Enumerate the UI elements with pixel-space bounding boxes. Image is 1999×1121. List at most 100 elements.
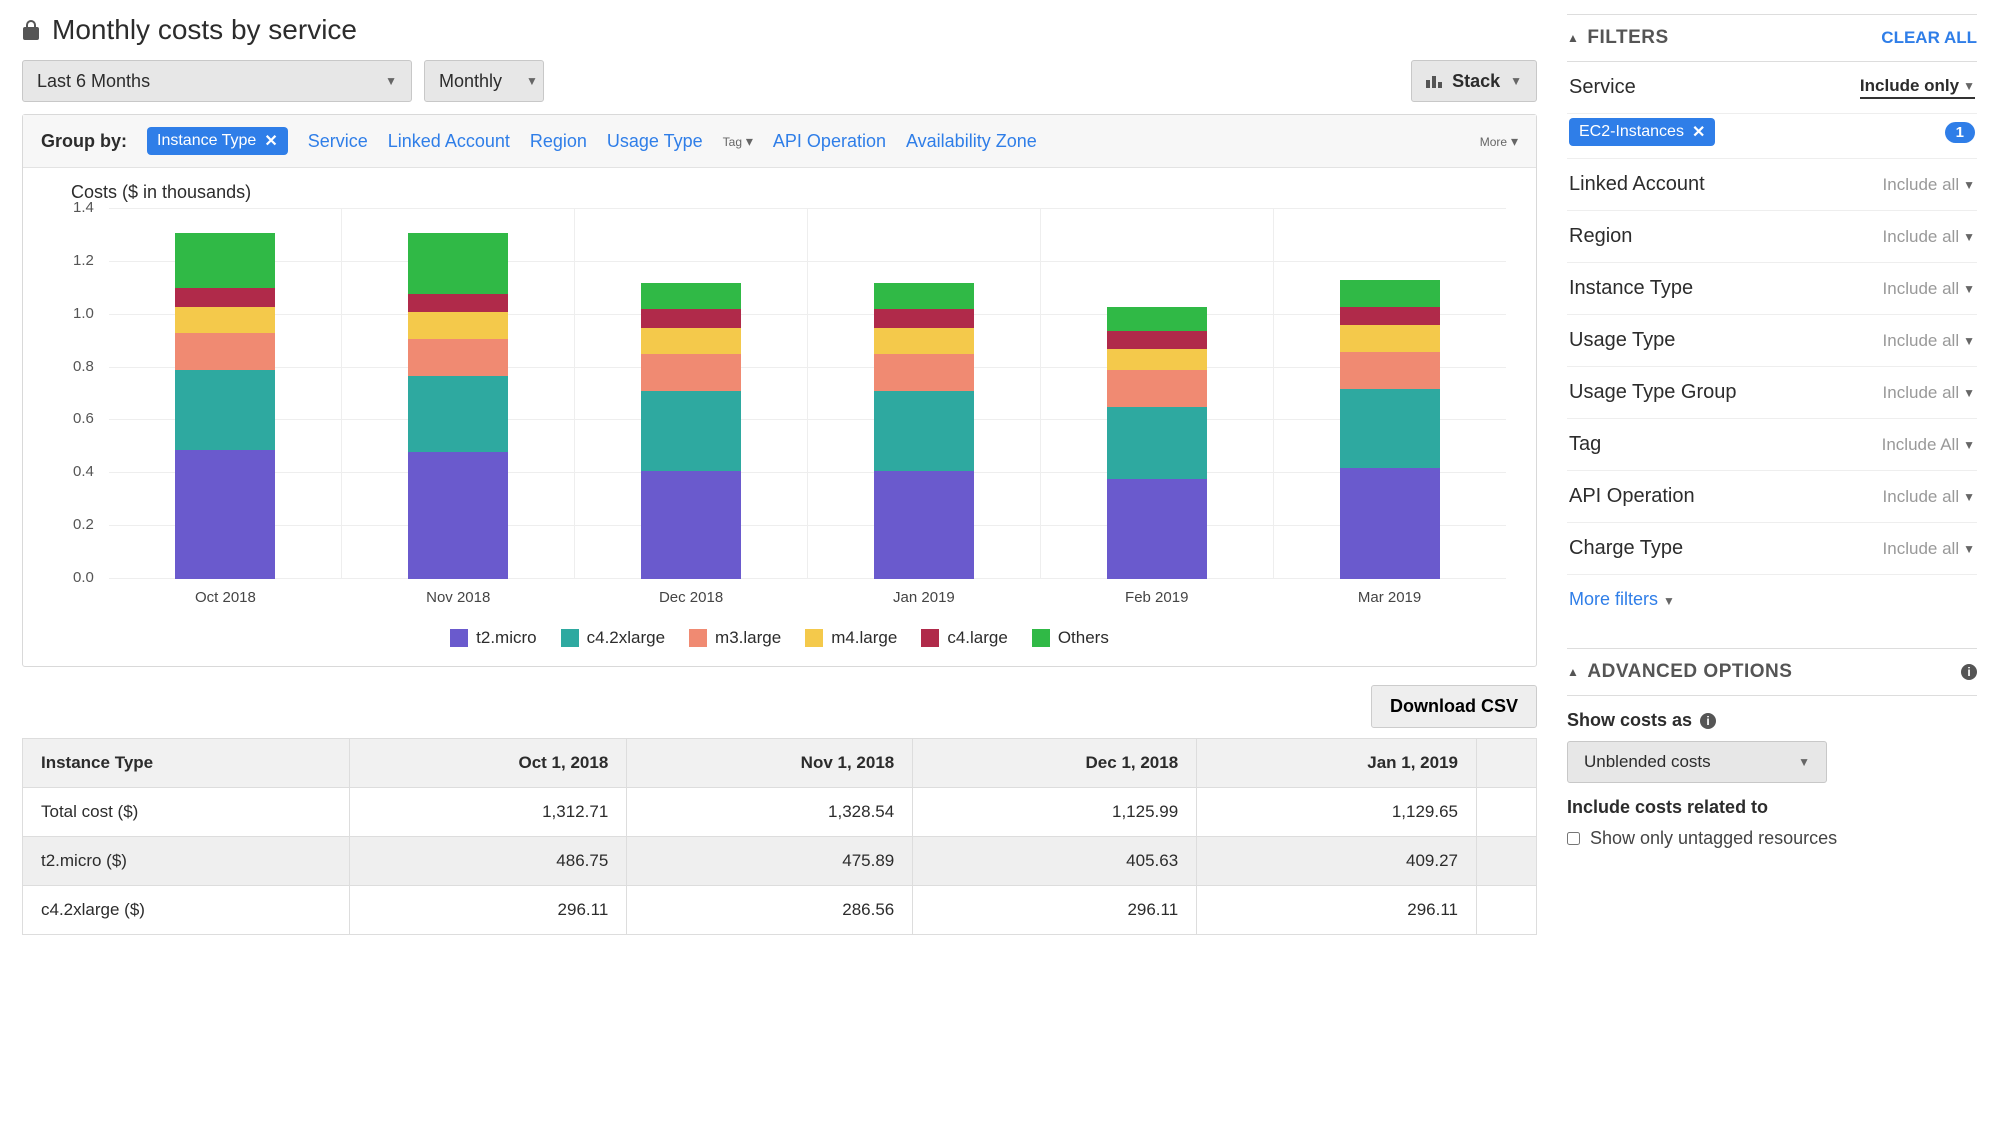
- table-cell: 296.11: [1197, 886, 1477, 935]
- bar-segment[interactable]: [874, 354, 974, 391]
- info-icon[interactable]: i: [1700, 713, 1716, 729]
- bar-segment[interactable]: [175, 233, 275, 289]
- bar-segment[interactable]: [641, 354, 741, 391]
- bar-segment[interactable]: [175, 307, 275, 333]
- legend-item[interactable]: m4.large: [805, 628, 897, 648]
- x-axis-label: Oct 2018: [109, 589, 342, 606]
- date-range-select[interactable]: Last 6 Months▼: [22, 60, 412, 102]
- bar-segment[interactable]: [641, 283, 741, 309]
- filter-row[interactable]: RegionInclude all ▼: [1567, 211, 1977, 263]
- bar-segment[interactable]: [1340, 307, 1440, 326]
- filters-heading[interactable]: ▲FILTERS: [1567, 27, 1669, 49]
- filter-row[interactable]: Linked AccountInclude all ▼: [1567, 159, 1977, 211]
- filter-row[interactable]: Instance TypeInclude all ▼: [1567, 263, 1977, 315]
- legend-item[interactable]: c4.large: [921, 628, 1007, 648]
- bar-segment[interactable]: [1340, 280, 1440, 306]
- bar-segment[interactable]: [874, 391, 974, 470]
- groupby-option[interactable]: Usage Type: [607, 131, 703, 152]
- more-filters-button[interactable]: More filters ▼: [1567, 575, 1977, 624]
- filter-row[interactable]: TagInclude All ▼: [1567, 419, 1977, 471]
- legend-item[interactable]: t2.micro: [450, 628, 536, 648]
- groupby-option[interactable]: Tag: [723, 133, 753, 150]
- show-costs-label: Show costs asi: [1567, 710, 1977, 731]
- table-row: c4.2xlarge ($)296.11286.56296.11296.11: [23, 886, 1537, 935]
- bar-segment[interactable]: [1107, 479, 1207, 579]
- filter-row[interactable]: Usage Type GroupInclude all ▼: [1567, 367, 1977, 419]
- bar-segment[interactable]: [1107, 331, 1207, 350]
- close-icon[interactable]: ✕: [1692, 122, 1705, 142]
- bar-segment[interactable]: [641, 471, 741, 579]
- bar-segment[interactable]: [1340, 325, 1440, 351]
- show-costs-select[interactable]: Unblended costs▼: [1567, 741, 1827, 783]
- filter-row[interactable]: Charge TypeInclude all ▼: [1567, 523, 1977, 575]
- info-icon[interactable]: i: [1961, 664, 1977, 680]
- chart-panel: Group by: Instance Type ✕ Service Linked…: [22, 114, 1537, 667]
- x-axis-label: Mar 2019: [1273, 589, 1506, 606]
- x-axis-label: Feb 2019: [1040, 589, 1273, 606]
- granularity-select[interactable]: Monthly▼: [424, 60, 544, 102]
- bar-segment[interactable]: [408, 233, 508, 294]
- bar-segment[interactable]: [641, 309, 741, 328]
- table-header[interactable]: Oct 1, 2018: [349, 739, 627, 788]
- table-cell: c4.2xlarge ($): [23, 886, 350, 935]
- table-cell: 1,129.65: [1197, 788, 1477, 837]
- table-header[interactable]: Dec 1, 2018: [913, 739, 1197, 788]
- include-costs-label: Include costs related to: [1567, 797, 1977, 818]
- bar-segment[interactable]: [641, 391, 741, 470]
- bar-segment[interactable]: [408, 312, 508, 338]
- collapse-icon: ▲: [1567, 665, 1579, 679]
- x-axis-label: Dec 2018: [575, 589, 808, 606]
- bar-segment[interactable]: [175, 370, 275, 449]
- bar-segment[interactable]: [874, 309, 974, 328]
- bar-segment[interactable]: [408, 452, 508, 579]
- bar-segment[interactable]: [1107, 307, 1207, 331]
- bar-segment[interactable]: [408, 339, 508, 376]
- groupby-option[interactable]: Region: [530, 131, 587, 152]
- filter-row[interactable]: Usage TypeInclude all ▼: [1567, 315, 1977, 367]
- bar-segment[interactable]: [874, 471, 974, 579]
- bar-segment[interactable]: [1340, 352, 1440, 389]
- table-header[interactable]: Nov 1, 2018: [627, 739, 913, 788]
- untagged-checkbox[interactable]: [1567, 832, 1580, 845]
- filter-row[interactable]: API OperationInclude all ▼: [1567, 471, 1977, 523]
- download-csv-button[interactable]: Download CSV: [1371, 685, 1537, 728]
- bar-segment[interactable]: [1340, 389, 1440, 468]
- groupby-more[interactable]: More: [1480, 133, 1518, 150]
- chart-style-select[interactable]: Stack ▼: [1411, 60, 1537, 102]
- groupby-chip[interactable]: Instance Type ✕: [147, 127, 288, 155]
- table-cell: 405.63: [913, 837, 1197, 886]
- table-header[interactable]: Instance Type: [23, 739, 350, 788]
- groupby-option[interactable]: Service: [308, 131, 368, 152]
- groupby-option[interactable]: Linked Account: [388, 131, 510, 152]
- caret-down-icon: ▼: [1963, 542, 1975, 556]
- clear-all-button[interactable]: CLEAR ALL: [1881, 28, 1977, 48]
- bar-segment[interactable]: [408, 376, 508, 453]
- filter-row-service[interactable]: Service Include only ▼: [1567, 62, 1977, 114]
- caret-down-icon: ▼: [1963, 230, 1975, 244]
- bar-segment[interactable]: [874, 328, 974, 354]
- legend-item[interactable]: m3.large: [689, 628, 781, 648]
- close-icon[interactable]: ✕: [264, 131, 277, 151]
- caret-down-icon: ▼: [1963, 386, 1975, 400]
- bar-segment[interactable]: [408, 294, 508, 313]
- bar-segment[interactable]: [641, 328, 741, 354]
- bar-segment[interactable]: [874, 283, 974, 309]
- groupby-option[interactable]: Availability Zone: [906, 131, 1037, 152]
- legend-item[interactable]: Others: [1032, 628, 1109, 648]
- bar-segment[interactable]: [175, 333, 275, 370]
- bar-segment[interactable]: [175, 450, 275, 580]
- bar-segment[interactable]: [1107, 370, 1207, 407]
- table-header[interactable]: Jan 1, 2019: [1197, 739, 1477, 788]
- groupby-option[interactable]: API Operation: [773, 131, 886, 152]
- filter-chip[interactable]: EC2-Instances ✕: [1569, 118, 1715, 146]
- x-axis-label: Jan 2019: [807, 589, 1040, 606]
- caret-down-icon: ▼: [526, 74, 538, 88]
- bar-chart-icon: [1426, 74, 1444, 88]
- bar-segment[interactable]: [1340, 468, 1440, 579]
- legend-item[interactable]: c4.2xlarge: [561, 628, 665, 648]
- caret-down-icon: ▼: [1963, 282, 1975, 296]
- bar-segment[interactable]: [175, 288, 275, 307]
- bar-segment[interactable]: [1107, 407, 1207, 478]
- advanced-heading[interactable]: ▲ADVANCED OPTIONS: [1567, 661, 1792, 683]
- bar-segment[interactable]: [1107, 349, 1207, 370]
